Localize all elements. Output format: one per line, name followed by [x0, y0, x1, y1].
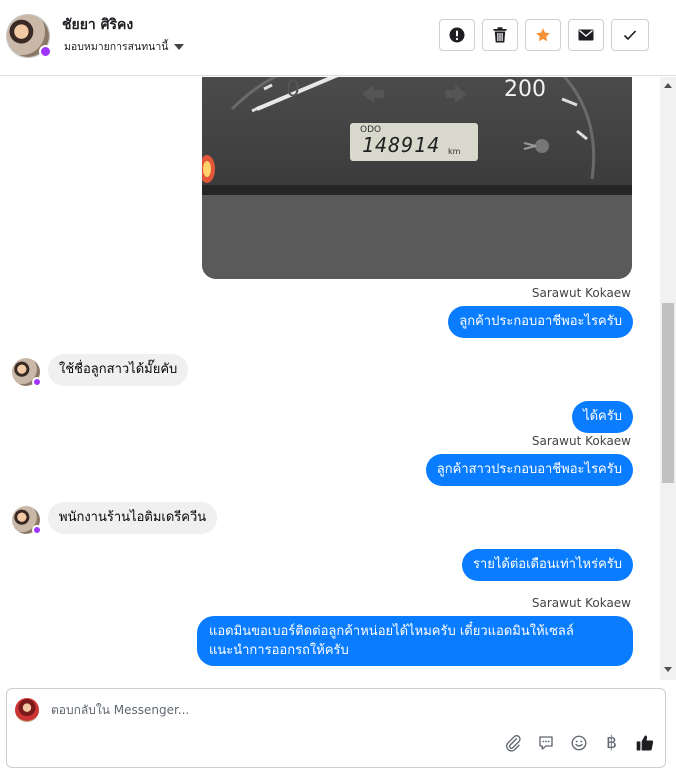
gauge-mark-0: 0	[286, 77, 300, 102]
star-icon	[536, 28, 550, 42]
trash-icon	[493, 27, 507, 43]
sender-name: Sarawut Kokaew	[531, 434, 631, 448]
caret-down-icon	[174, 43, 185, 50]
outgoing-message[interactable]: ลูกค้าสาวประกอบอาชีพอะไรครับ	[425, 454, 633, 486]
alert-circle-icon	[449, 27, 465, 43]
incoming-message[interactable]: ใช้ชื่อลูกสาวได้มั๊ยคับ	[48, 354, 189, 386]
conversation-actions	[439, 19, 649, 51]
contact-avatar[interactable]	[6, 14, 52, 58]
done-button[interactable]	[611, 19, 649, 51]
reply-input[interactable]	[51, 703, 531, 717]
mark-unread-button[interactable]	[568, 19, 604, 51]
messenger-badge-icon	[32, 525, 42, 535]
outgoing-message[interactable]: ได้ครับ	[572, 401, 633, 433]
odometer-unit: km	[448, 147, 461, 156]
message-line: แนะนำการออกรถให้ครับ	[209, 643, 349, 658]
contact-avatar-small	[12, 358, 42, 387]
emoji-button[interactable]	[568, 732, 589, 753]
outgoing-message[interactable]: ลูกค้าประกอบอาชีพอะไรครับ	[448, 306, 633, 338]
page-avatar	[15, 698, 39, 722]
thumbs-up-icon	[636, 734, 653, 750]
outgoing-message-multiline[interactable]: แอดมินขอเบอร์ติดต่อลูกค้าหน่อยได้ไหมครับ…	[197, 616, 633, 666]
outgoing-message[interactable]: รายได้ต่อเดือนเท่าไหร่ครับ	[461, 549, 633, 581]
baht-icon: ฿	[606, 732, 617, 753]
scroll-up-arrow-icon[interactable]	[664, 83, 672, 88]
conversation-header: ชัยยา ศิริคง มอบหมายการสนทนานี้	[0, 0, 676, 76]
incoming-message[interactable]: พนักงานร้านไอติมเดรีควีน	[48, 502, 218, 534]
contact-name[interactable]: ชัยยา ศิริคง	[62, 14, 133, 36]
emoji-icon	[571, 735, 586, 750]
sender-name: Sarawut Kokaew	[531, 596, 631, 610]
scroll-down-arrow-icon[interactable]	[664, 667, 672, 672]
messenger-badge-icon	[39, 45, 52, 58]
message-thread[interactable]: 0 200 ODO 148914 km Sarawut Kokaew ลูกค้…	[0, 77, 660, 680]
speech-bubble-icon	[538, 735, 553, 750]
delete-button[interactable]	[482, 19, 518, 51]
contact-avatar-small	[12, 506, 42, 535]
thread-scrollbar[interactable]	[660, 77, 676, 680]
like-button[interactable]	[634, 732, 655, 753]
star-button[interactable]	[525, 19, 561, 51]
gauge-mark-200: 200	[504, 77, 546, 102]
odometer-reading: 148914	[362, 133, 441, 157]
checkmark-icon	[623, 30, 637, 41]
messenger-badge-icon	[32, 377, 42, 387]
sender-name: Sarawut Kokaew	[531, 286, 631, 300]
assign-conversation-dropdown[interactable]: มอบหมายการสนทนานี้	[64, 38, 185, 55]
odometer-photo[interactable]: 0 200 ODO 148914 km	[202, 77, 632, 279]
saved-replies-button[interactable]	[535, 732, 556, 753]
assign-label: มอบหมายการสนทนานี้	[64, 41, 169, 53]
reply-composer: ฿	[6, 688, 666, 768]
envelope-icon	[578, 29, 594, 41]
message-line: แอดมินขอเบอร์ติดต่อลูกค้าหน่อยได้ไหมครับ…	[209, 624, 574, 639]
dashboard-gauge-image	[202, 77, 632, 279]
paperclip-icon	[505, 734, 521, 752]
composer-tools: ฿	[502, 732, 655, 753]
attach-file-button[interactable]	[502, 732, 523, 753]
mark-spam-button[interactable]	[439, 19, 475, 51]
payment-button[interactable]: ฿	[601, 732, 622, 753]
scrollbar-thumb[interactable]	[662, 303, 674, 483]
